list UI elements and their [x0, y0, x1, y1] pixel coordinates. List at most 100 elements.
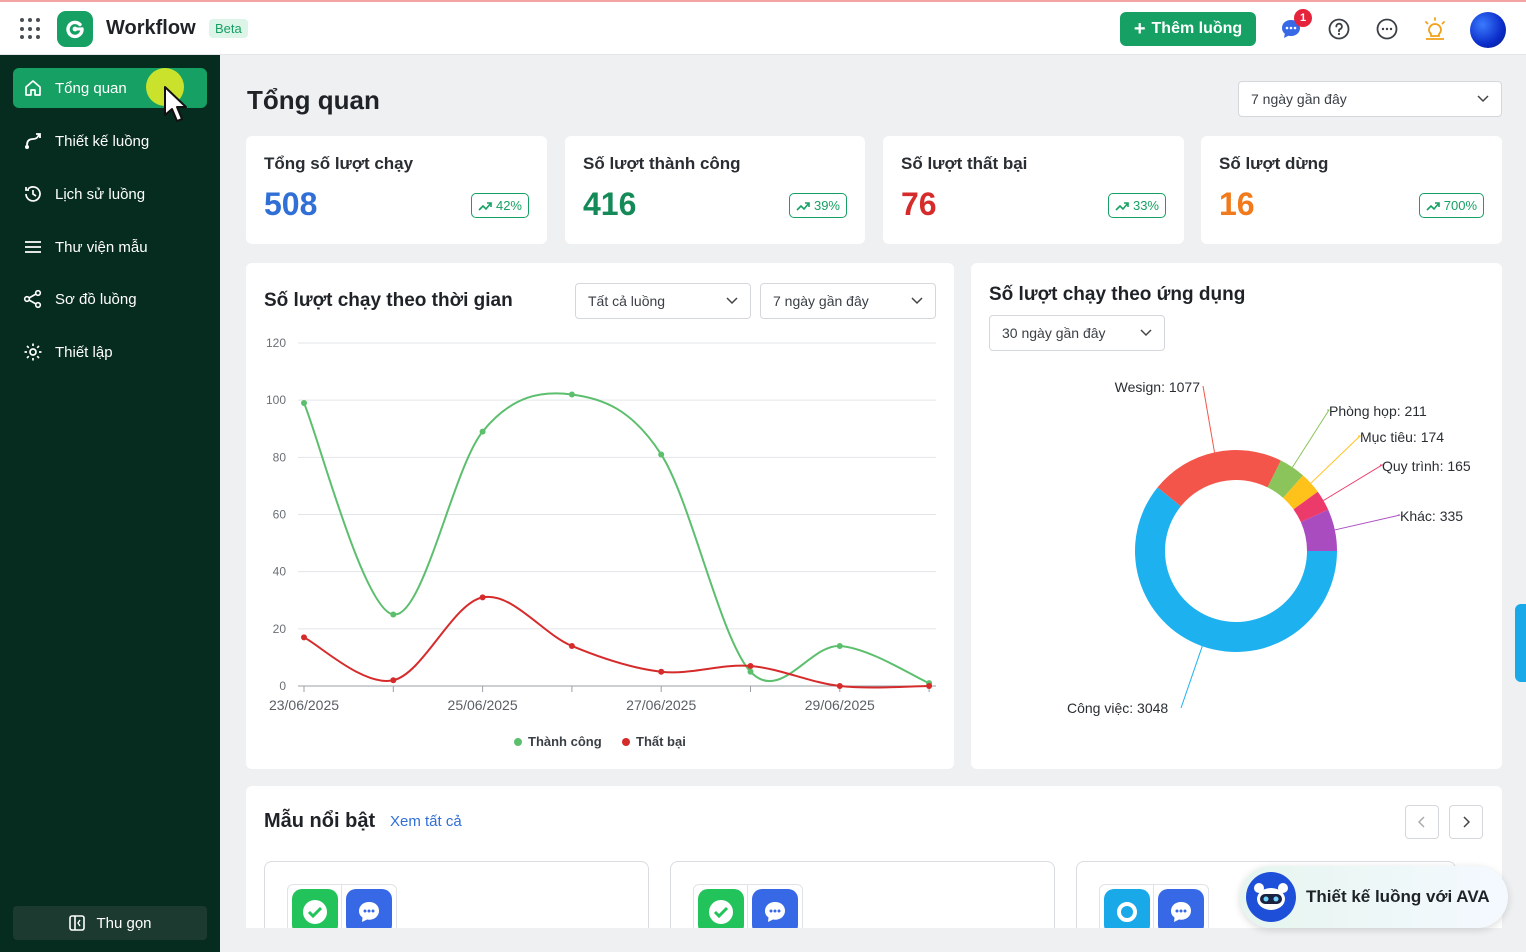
idea-icon[interactable] — [1422, 16, 1448, 42]
data-point — [301, 634, 307, 641]
x-tick-label: 27/06/2025 — [626, 697, 696, 713]
data-point — [568, 642, 575, 649]
y-tick-label: 20 — [273, 622, 287, 636]
share-graph-icon — [23, 289, 42, 309]
next-page-button[interactable] — [1449, 805, 1483, 839]
see-all-link[interactable]: Xem tất cả — [390, 813, 462, 830]
sidebar-item-label: Thiết lập — [55, 343, 113, 361]
sidebar-item-label: Thiết kế luồng — [55, 132, 150, 150]
y-tick-label: 0 — [279, 679, 286, 693]
gear-icon — [24, 343, 42, 361]
time-chart-card: Số lượt chạy theo thời gian Tất cả luồng… — [246, 263, 954, 769]
leader-line — [1323, 464, 1384, 501]
x-tick-label: 29/06/2025 — [805, 697, 875, 713]
slice-label: Wesign: 1077 — [1115, 379, 1201, 395]
menu-icon — [25, 241, 41, 253]
templates-title: Mẫu nổi bật — [264, 810, 376, 832]
x-tick-label: 23/06/2025 — [269, 697, 339, 713]
legend-item-success: Thành công — [514, 734, 602, 749]
donut-chart: Công việc: 3048 Wesign: 1077 Phòng họp: 21… — [1067, 379, 1471, 716]
data-point — [836, 642, 843, 649]
stat-label: Số lượt dừng — [1219, 154, 1329, 173]
trend-up-icon — [796, 201, 810, 211]
y-tick-label: 120 — [266, 336, 286, 350]
data-point — [479, 594, 486, 601]
stat-card-success: Số lượt thành công 416 39% — [565, 136, 865, 244]
data-point — [747, 668, 754, 675]
side-panel-tab[interactable] — [1515, 604, 1526, 682]
legend-dot — [514, 737, 522, 746]
collapse-icon — [69, 915, 86, 931]
history-icon — [25, 186, 41, 202]
home-icon — [25, 80, 41, 96]
data-point — [926, 683, 933, 689]
app-chart-card: Số lượt chạy theo ứng dụng 30 ngày gần đ… — [971, 263, 1502, 769]
app-grid-icon[interactable] — [20, 18, 42, 40]
data-point — [658, 668, 665, 675]
page-title: Tổng quan — [247, 85, 380, 115]
trend-value: 42% — [495, 198, 522, 213]
leader-line — [1310, 435, 1362, 484]
legend-item-failed: Thất bại — [622, 734, 686, 749]
donut-slice — [1157, 450, 1281, 507]
add-flow-button[interactable]: + Thêm luồng — [1120, 12, 1256, 46]
ava-bot-icon — [1246, 872, 1296, 922]
line-chart: 0 20 40 60 80 100 120 23/06/2025 25/06/2025 27/06… — [266, 336, 936, 713]
sidebar-item-label: Thư viện mẫu — [55, 238, 148, 256]
help-icon[interactable] — [1326, 16, 1352, 42]
data-point — [658, 451, 665, 458]
data-point — [301, 400, 307, 407]
prev-page-button[interactable] — [1405, 805, 1439, 839]
notification-badge: 1 — [1294, 9, 1312, 27]
stat-card-failed: Số lượt thất bại 76 33% — [883, 136, 1184, 244]
sidebar-item-flow-map[interactable]: Sơ đồ luồng — [13, 279, 207, 319]
trend-badge: 33% — [1107, 193, 1166, 218]
date-range-select[interactable]: 7 ngày gần đây — [1238, 81, 1502, 117]
ava-assistant-button[interactable]: Thiết kế luồng với AVA — [1240, 866, 1508, 928]
user-avatar[interactable] — [1470, 12, 1506, 48]
stat-value: 508 — [264, 186, 318, 222]
chevron-right-icon — [1463, 816, 1470, 828]
y-tick-label: 100 — [266, 393, 286, 407]
bottom-strip — [220, 928, 1526, 952]
legend-dot — [622, 737, 630, 746]
sidebar-item-template-library[interactable]: Thư viện mẫu — [13, 227, 207, 267]
chevron-left-icon — [1418, 816, 1425, 828]
more-options-icon[interactable] — [1374, 16, 1400, 42]
slice-label: Quy trình: 165 — [1382, 458, 1471, 474]
sidebar-item-label: Tổng quan — [55, 79, 127, 97]
mouse-cursor-icon — [164, 86, 187, 122]
collapse-label: Thu gọn — [96, 914, 152, 932]
slice-label: Phòng họp: 211 — [1329, 403, 1427, 419]
stat-label: Tổng số lượt chạy — [264, 154, 414, 173]
data-point — [479, 428, 486, 435]
sidebar-item-flow-design[interactable]: Thiết kế luồng — [13, 121, 207, 161]
data-point — [836, 683, 843, 689]
y-tick-label: 80 — [273, 450, 287, 464]
sidebar-item-flow-history[interactable]: Lịch sử luồng — [13, 174, 207, 214]
top-bar: Workflow Beta + Thêm luồng 1 — [0, 0, 1526, 55]
sidebar-item-settings[interactable]: Thiết lập — [13, 332, 207, 372]
leader-line — [1334, 514, 1401, 531]
flow-design-icon — [25, 133, 41, 149]
plus-icon: + — [1133, 18, 1146, 40]
trend-badge: 700% — [1418, 193, 1484, 218]
sidebar: Tổng quan Thiết kế luồng Lịch sử luồng T… — [0, 55, 220, 952]
stat-card-stopped: Số lượt dừng 16 700% — [1201, 136, 1502, 244]
legend-label: Thất bại — [636, 734, 686, 749]
trend-up-icon — [478, 201, 492, 211]
trend-up-icon — [1426, 201, 1440, 211]
add-flow-label: Thêm luồng — [1151, 20, 1243, 37]
stat-label: Số lượt thất bại — [901, 154, 1028, 173]
stat-card-total: Tổng số lượt chạy 508 42% — [246, 136, 547, 244]
stat-value: 416 — [583, 186, 637, 222]
stat-value: 76 — [901, 186, 937, 222]
slice-label: Công việc: 3048 — [1067, 700, 1168, 716]
collapse-sidebar-button[interactable]: Thu gọn — [13, 906, 207, 940]
sidebar-item-label: Sơ đồ luồng — [55, 290, 137, 308]
chevron-down-icon — [1477, 95, 1489, 103]
trend-value: 39% — [813, 198, 840, 213]
trend-up-icon — [1115, 201, 1129, 211]
trend-badge: 42% — [470, 193, 529, 218]
stat-label: Số lượt thành công — [583, 154, 741, 173]
